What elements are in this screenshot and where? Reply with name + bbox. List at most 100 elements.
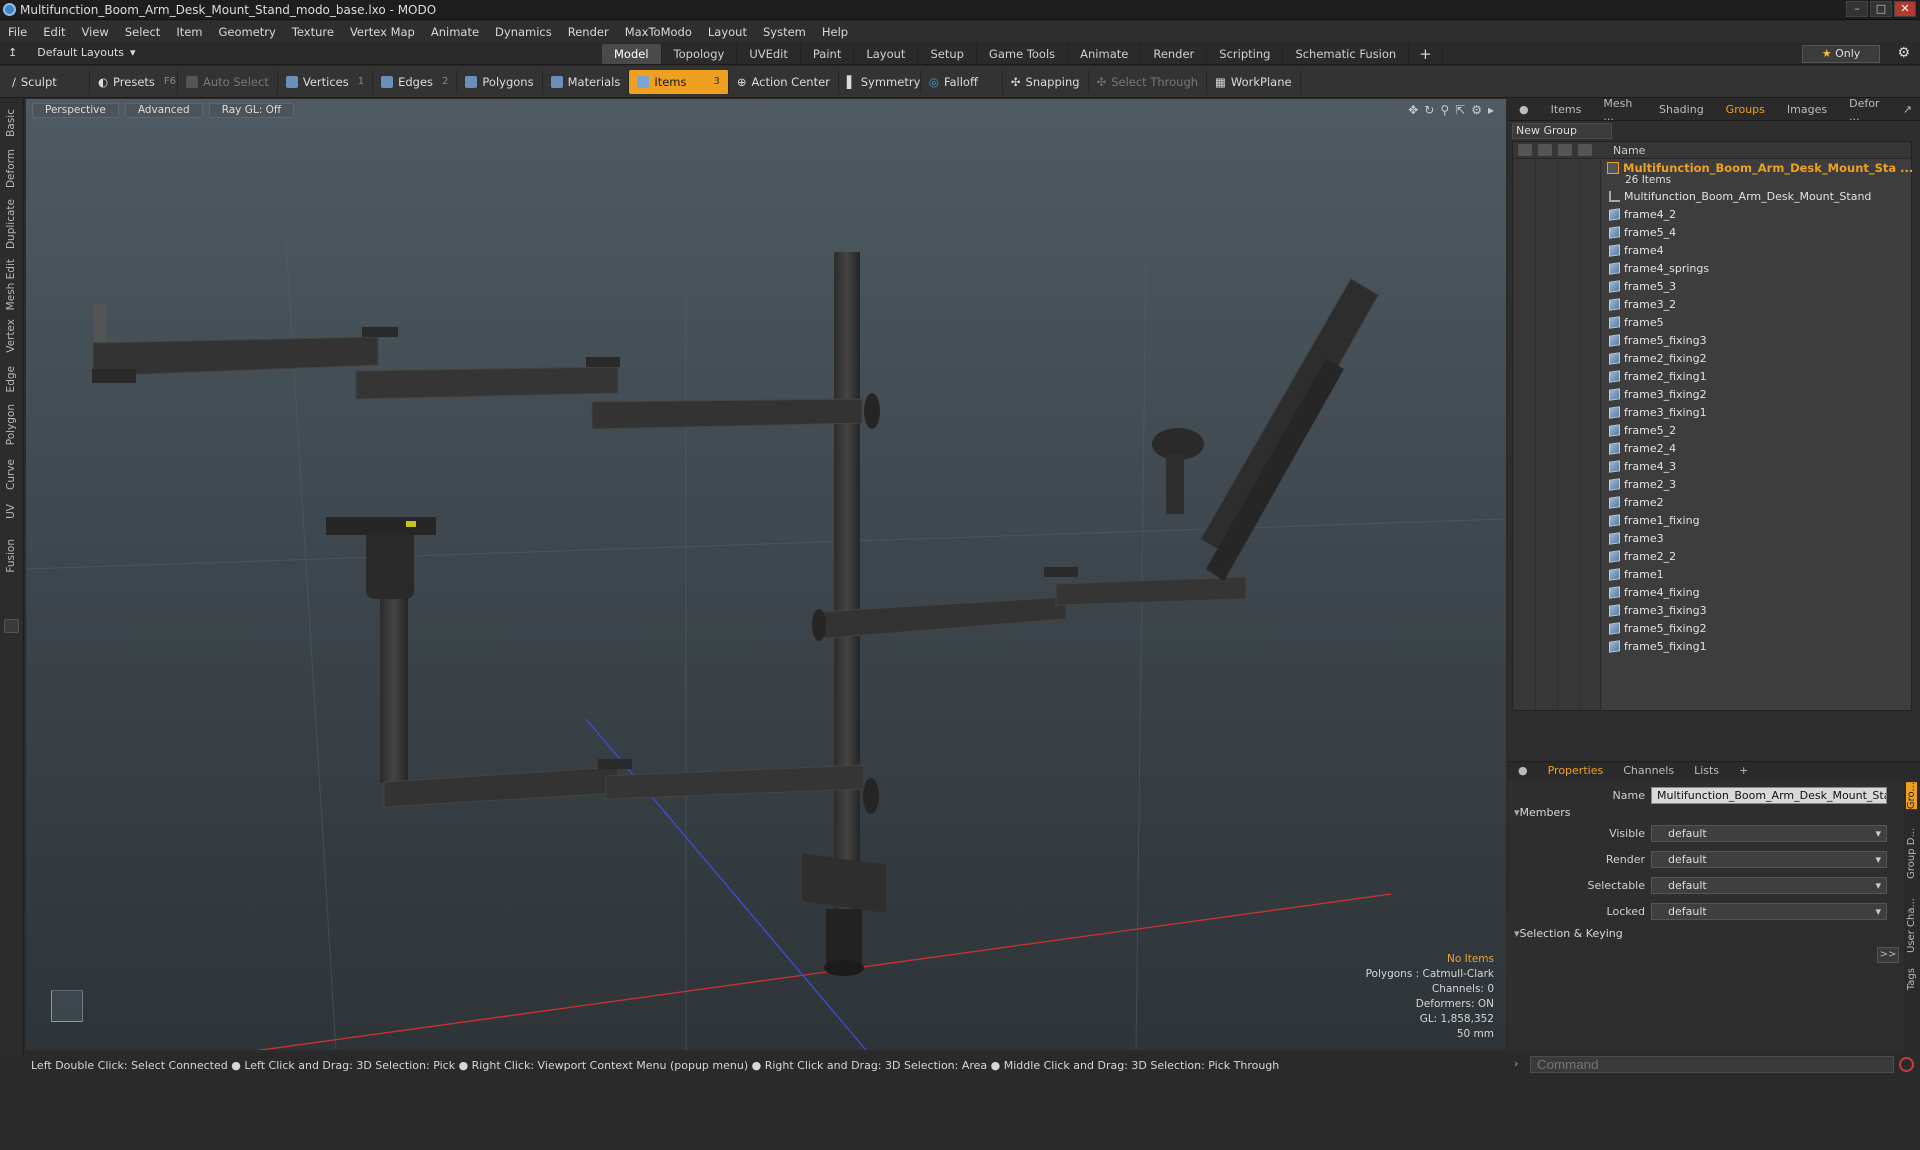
render-icon[interactable]: [1538, 144, 1552, 156]
menu-select[interactable]: Select: [117, 25, 168, 39]
menu-view[interactable]: View: [74, 25, 117, 39]
menu-geometry[interactable]: Geometry: [211, 25, 284, 39]
tab-properties[interactable]: Properties: [1538, 764, 1614, 777]
menu-render[interactable]: Render: [560, 25, 617, 39]
list-item[interactable]: frame2_4: [1609, 439, 1909, 457]
list-item[interactable]: frame3_fixing2: [1609, 385, 1909, 403]
members-section[interactable]: Members: [1514, 806, 1571, 819]
tab-shading[interactable]: Shading: [1648, 103, 1715, 116]
name-field[interactable]: Multifunction_Boom_Arm_Desk_Mount_Stand …: [1651, 786, 1887, 804]
tab-mesh-edit[interactable]: Mesh Edit: [5, 259, 17, 310]
selectable-select[interactable]: default: [1651, 876, 1887, 894]
tab-schematic-fusion[interactable]: Schematic Fusion: [1283, 44, 1410, 64]
list-item[interactable]: frame3_fixing1: [1609, 403, 1909, 421]
auto-select-button[interactable]: Auto Select: [178, 69, 278, 94]
tab-model[interactable]: Model: [602, 44, 662, 64]
tab-fusion[interactable]: Fusion: [5, 539, 17, 573]
add-tab-button[interactable]: +: [1409, 44, 1443, 64]
tab-images[interactable]: Images: [1776, 103, 1838, 116]
menu-file[interactable]: File: [0, 25, 35, 39]
list-item[interactable]: frame4_2: [1609, 205, 1909, 223]
select-through-button[interactable]: ✣ Select Through: [1089, 69, 1208, 94]
tab-duplicate[interactable]: Duplicate: [5, 199, 17, 249]
menu-vertex-map[interactable]: Vertex Map: [342, 25, 423, 39]
list-item[interactable]: frame1_fixing: [1609, 511, 1909, 529]
only-button[interactable]: ★ Only: [1802, 45, 1880, 63]
materials-button[interactable]: Materials: [543, 69, 630, 94]
group-row[interactable]: Multifunction_Boom_Arm_Desk_Mount_Sta ..…: [1607, 161, 1913, 175]
list-item[interactable]: Multifunction_Boom_Arm_Desk_Mount_Stand: [1609, 187, 1909, 205]
list-item[interactable]: frame4: [1609, 241, 1909, 259]
tab-groups[interactable]: Groups: [1715, 103, 1776, 116]
snapping-button[interactable]: ✣ Snapping: [1003, 69, 1089, 94]
tab-edge[interactable]: Edge: [5, 366, 17, 392]
tab-setup[interactable]: Setup: [918, 44, 977, 64]
panel-menu-icon[interactable]: ●: [1508, 764, 1538, 777]
list-item[interactable]: frame4_fixing: [1609, 583, 1909, 601]
minimize-icon[interactable]: –: [1846, 1, 1868, 17]
menu-texture[interactable]: Texture: [284, 25, 342, 39]
maximize-icon[interactable]: □: [1870, 1, 1892, 17]
list-item[interactable]: frame5_2: [1609, 421, 1909, 439]
render-select[interactable]: default: [1651, 850, 1887, 868]
tab-mesh[interactable]: Mesh ...: [1592, 97, 1648, 123]
tab-deform[interactable]: Deform: [5, 149, 17, 188]
record-icon[interactable]: [1899, 1057, 1914, 1072]
falloff-button[interactable]: ◎ Falloff: [921, 69, 1003, 94]
menu-help[interactable]: Help: [814, 25, 856, 39]
list-item[interactable]: frame2_2: [1609, 547, 1909, 565]
menu-animate[interactable]: Animate: [423, 25, 487, 39]
tab-tags[interactable]: Tags: [1906, 968, 1917, 990]
list-item[interactable]: frame2_fixing2: [1609, 349, 1909, 367]
list-item[interactable]: frame3: [1609, 529, 1909, 547]
eye-icon[interactable]: [1518, 144, 1532, 156]
symmetry-button[interactable]: ▌ Symmetry: [839, 69, 921, 94]
add-tab-button[interactable]: +: [1729, 764, 1758, 777]
list-item[interactable]: frame5_fixing3: [1609, 331, 1909, 349]
tab-deformers[interactable]: Defor ...: [1838, 97, 1895, 123]
list-item[interactable]: frame3_2: [1609, 295, 1909, 313]
lock-icon[interactable]: [1578, 144, 1592, 156]
tab-items[interactable]: Items: [1540, 103, 1593, 116]
menu-maxtomodo[interactable]: MaxToModo: [617, 25, 700, 39]
locked-select[interactable]: default: [1651, 902, 1887, 920]
tab-lists[interactable]: Lists: [1684, 764, 1729, 777]
list-item[interactable]: frame2_fixing1: [1609, 367, 1909, 385]
vertices-button[interactable]: Vertices 1: [278, 69, 374, 94]
tab-channels[interactable]: Channels: [1613, 764, 1684, 777]
tab-animate[interactable]: Animate: [1068, 44, 1142, 64]
tab-game-tools[interactable]: Game Tools: [977, 44, 1069, 64]
menu-edit[interactable]: Edit: [35, 25, 73, 39]
tab-scripting[interactable]: Scripting: [1207, 44, 1284, 64]
menu-item[interactable]: Item: [168, 25, 210, 39]
list-item[interactable]: frame5_3: [1609, 277, 1909, 295]
panel-expand-icon[interactable]: ↗: [1895, 103, 1920, 116]
list-item[interactable]: frame1: [1609, 565, 1909, 583]
command-input[interactable]: [1530, 1056, 1894, 1073]
visible-select[interactable]: default: [1651, 824, 1887, 842]
tab-uvedit[interactable]: UVEdit: [737, 44, 801, 64]
tab-layout[interactable]: Layout: [854, 44, 919, 64]
gear-icon[interactable]: ⚙: [1897, 45, 1910, 61]
panel-menu-icon[interactable]: ●: [1508, 103, 1540, 116]
menu-system[interactable]: System: [755, 25, 814, 39]
new-group-button[interactable]: New Group: [1512, 123, 1612, 139]
sculpt-button[interactable]: ∕ Sculpt: [4, 69, 90, 94]
list-item[interactable]: frame5_4: [1609, 223, 1909, 241]
tab-group[interactable]: Gro...: [1906, 782, 1917, 810]
tab-vertex[interactable]: Vertex: [5, 319, 17, 353]
menu-layout[interactable]: Layout: [700, 25, 755, 39]
tab-render[interactable]: Render: [1141, 44, 1208, 64]
tab-curve[interactable]: Curve: [5, 459, 17, 490]
presets-button[interactable]: ◐ Presets F6: [90, 69, 178, 94]
tab-paint[interactable]: Paint: [801, 44, 855, 64]
list-item[interactable]: frame4_springs: [1609, 259, 1909, 277]
toggle-panel-icon[interactable]: [4, 619, 19, 633]
menu-dynamics[interactable]: Dynamics: [487, 25, 560, 39]
3d-viewport[interactable]: Perspective Advanced Ray GL: Off ✥ ↻ ⚲ ⇱…: [26, 99, 1506, 1050]
polygons-button[interactable]: Polygons: [457, 69, 543, 94]
tab-basic[interactable]: Basic: [5, 109, 17, 137]
action-center-button[interactable]: ⊕ Action Center: [729, 69, 839, 94]
tab-uv[interactable]: UV: [5, 504, 17, 519]
tab-user-channels[interactable]: User Cha...: [1906, 898, 1917, 953]
